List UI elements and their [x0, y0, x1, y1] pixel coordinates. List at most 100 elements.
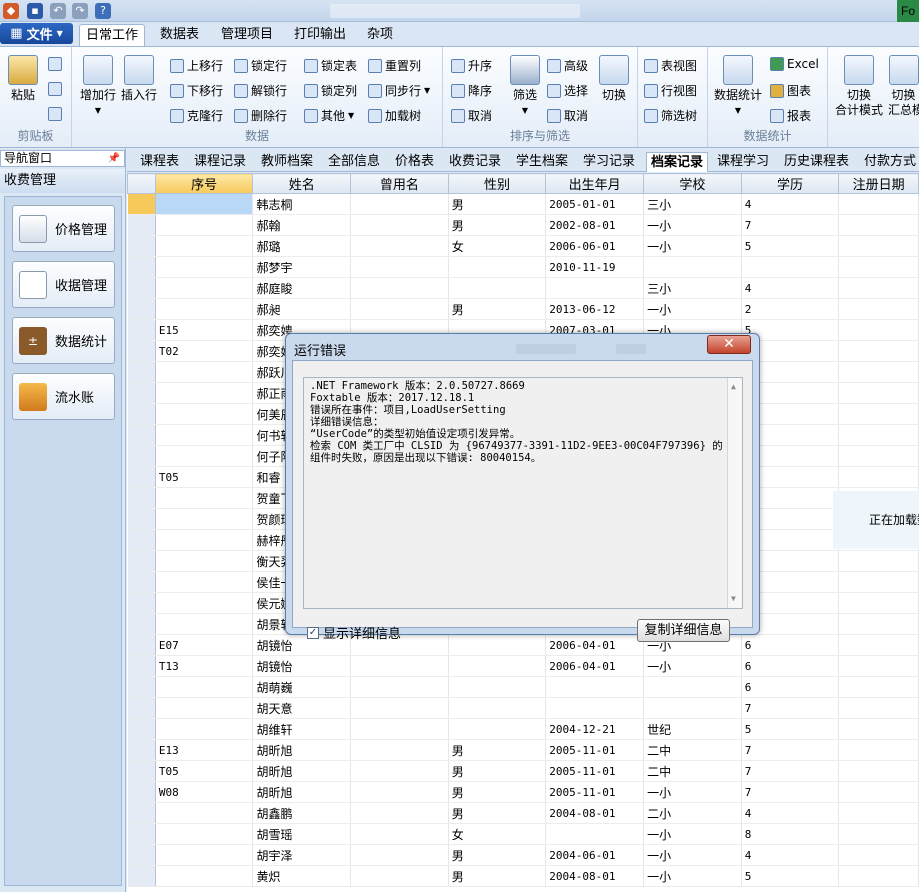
column-header-former-name[interactable]: 曾用名 — [350, 173, 449, 194]
copy-icon[interactable] — [48, 57, 62, 71]
table-row[interactable]: W08 胡昕旭 男 2005-11-01 一小 7 — [127, 781, 919, 803]
cell-education[interactable]: 5 — [741, 718, 840, 740]
cell-register-date[interactable] — [838, 865, 919, 887]
cell-education[interactable]: 4 — [741, 277, 840, 299]
cell-name[interactable]: 郝庭睃 — [252, 277, 352, 299]
cell-name[interactable]: 胡昕旭 — [252, 760, 352, 782]
cell-former-name[interactable] — [350, 697, 449, 719]
nav-section-charge-management[interactable]: 收费管理 — [0, 169, 125, 193]
cell-birth[interactable]: 2005-11-01 — [545, 739, 645, 761]
table-row[interactable]: 黄炽 男 2004-08-01 一小 5 — [127, 865, 919, 887]
cell-education[interactable]: 4 — [741, 844, 840, 866]
cell-gender[interactable]: 男 — [448, 844, 547, 866]
cell-gender[interactable] — [448, 256, 547, 278]
row-header[interactable] — [127, 571, 156, 593]
cell-register-date[interactable] — [838, 550, 919, 572]
other-button[interactable]: 其他 ▼ — [304, 107, 354, 124]
help-icon[interactable]: ? — [95, 3, 111, 19]
cell-name[interactable]: 胡天意 — [252, 697, 352, 719]
cell-seq[interactable] — [155, 403, 254, 425]
cell-register-date[interactable] — [838, 823, 919, 845]
show-details-checkbox[interactable]: ✓ 显示详细信息 — [307, 623, 401, 642]
table-row[interactable]: 郝璐 女 2006-06-01 一小 5 — [127, 235, 919, 257]
row-header[interactable] — [127, 340, 156, 362]
format-painter-icon[interactable] — [48, 107, 62, 121]
cell-register-date[interactable] — [838, 802, 919, 824]
row-header[interactable] — [127, 655, 156, 677]
cell-seq[interactable] — [155, 865, 254, 887]
error-details-textbox[interactable]: .NET Framework 版本：2.0.50727.8669 Foxtabl… — [303, 377, 743, 609]
cell-birth[interactable]: 2013-06-12 — [545, 298, 645, 320]
scrollbar[interactable]: ▲ ▼ — [727, 378, 742, 608]
cell-former-name[interactable] — [350, 256, 449, 278]
row-header[interactable] — [127, 445, 156, 467]
cell-register-date[interactable] — [838, 193, 919, 215]
cell-education[interactable]: 6 — [741, 634, 840, 656]
table-row[interactable]: 韩志桐 男 2005-01-01 三小 4 — [127, 193, 919, 215]
tab-student-file[interactable]: 学生档案 — [516, 152, 568, 172]
cell-register-date[interactable] — [838, 319, 919, 341]
row-header[interactable] — [127, 487, 156, 509]
sort-descending-button[interactable]: 降序 — [451, 82, 492, 99]
table-row[interactable]: 郝翰 男 2002-08-01 一小 7 — [127, 214, 919, 236]
cell-seq[interactable] — [155, 697, 254, 719]
cell-birth[interactable] — [545, 277, 645, 299]
cell-register-date[interactable] — [838, 739, 919, 761]
advanced-filter-button[interactable]: 高级 — [547, 57, 588, 74]
cell-register-date[interactable] — [838, 697, 919, 719]
cell-seq[interactable]: T05 — [155, 760, 254, 782]
cell-seq[interactable]: W08 — [155, 781, 254, 803]
save-icon[interactable]: ▪ — [27, 3, 43, 19]
row-header[interactable] — [127, 424, 156, 446]
cell-former-name[interactable] — [350, 823, 449, 845]
unlock-row-button[interactable]: 解锁行 — [234, 82, 287, 99]
cell-school[interactable]: 一小 — [643, 865, 742, 887]
switch-filter-button[interactable]: 切换 — [597, 55, 631, 103]
cell-seq[interactable] — [155, 424, 254, 446]
paste-button[interactable]: 粘贴 — [6, 55, 40, 103]
cell-name[interactable]: 胡昕旭 — [252, 781, 352, 803]
cell-gender[interactable] — [448, 676, 547, 698]
cell-school[interactable]: 二小 — [643, 802, 742, 824]
row-header[interactable] — [127, 865, 156, 887]
cell-former-name[interactable] — [350, 844, 449, 866]
cell-gender[interactable]: 女 — [448, 823, 547, 845]
cell-seq[interactable] — [155, 613, 254, 635]
cell-school[interactable]: 世纪 — [643, 718, 742, 740]
delete-row-button[interactable]: 删除行 — [234, 107, 287, 124]
cell-seq[interactable]: E07 — [155, 634, 254, 656]
lock-row-button[interactable]: 锁定行 — [234, 57, 287, 74]
cell-seq[interactable] — [155, 277, 254, 299]
cell-birth[interactable]: 2005-11-01 — [545, 760, 645, 782]
cell-former-name[interactable] — [350, 298, 449, 320]
row-header[interactable] — [127, 319, 156, 341]
column-header-birth[interactable]: 出生年月 — [545, 173, 645, 194]
cell-former-name[interactable] — [350, 739, 449, 761]
cell-seq[interactable]: E13 — [155, 739, 254, 761]
cell-school[interactable]: 一小 — [643, 235, 742, 257]
move-down-row-button[interactable]: 下移行 — [170, 82, 223, 99]
cell-seq[interactable] — [155, 802, 254, 824]
cell-register-date[interactable] — [838, 298, 919, 320]
table-row[interactable]: 胡天意 7 — [127, 697, 919, 719]
cell-birth[interactable]: 2010-11-19 — [545, 256, 645, 278]
cell-register-date[interactable] — [838, 235, 919, 257]
cell-seq[interactable] — [155, 571, 254, 593]
row-header[interactable] — [127, 697, 156, 719]
row-header[interactable] — [127, 613, 156, 635]
cell-school[interactable] — [643, 256, 742, 278]
cell-school[interactable]: 二中 — [643, 760, 742, 782]
cell-gender[interactable] — [448, 718, 547, 740]
cell-register-date[interactable] — [838, 718, 919, 740]
cell-seq[interactable] — [155, 718, 254, 740]
cell-gender[interactable] — [448, 697, 547, 719]
row-header[interactable] — [127, 508, 156, 530]
filter-dropdown-icon[interactable]: ▼ — [509, 103, 541, 118]
chart-button[interactable]: 图表 — [770, 82, 811, 99]
cell-school[interactable] — [643, 697, 742, 719]
cell-school[interactable] — [643, 676, 742, 698]
cell-seq[interactable] — [155, 382, 254, 404]
cell-register-date[interactable] — [838, 403, 919, 425]
cell-former-name[interactable] — [350, 781, 449, 803]
cell-name[interactable]: 韩志桐 — [252, 193, 352, 215]
